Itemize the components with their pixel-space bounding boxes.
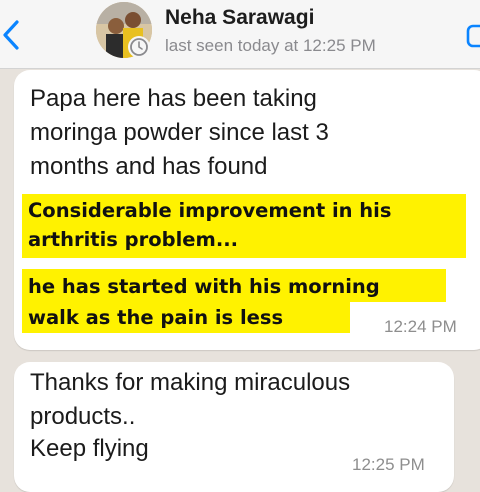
highlighted-line: Considerable improvement in his xyxy=(28,199,392,222)
clock-icon xyxy=(130,38,148,56)
status-badge xyxy=(128,36,150,58)
highlighted-line: he has started with his morning xyxy=(28,275,380,298)
message-line: products.. xyxy=(30,403,136,430)
message-line: Papa here has been taking xyxy=(30,85,317,112)
highlighted-line: arthritis problem... xyxy=(28,228,239,251)
highlighted-line: walk as the pain is less xyxy=(28,306,284,329)
message-line: Thanks for making miraculous xyxy=(30,369,351,396)
message-line: Keep flying xyxy=(30,435,149,462)
message-bubble[interactable]: Papa here has been taking moringa powder… xyxy=(14,70,480,350)
last-seen-status: last seen today at 12:25 PM xyxy=(165,36,376,55)
message-bubble[interactable]: Thanks for making miraculous products.. … xyxy=(14,362,454,492)
contact-name[interactable]: Neha Sarawagi xyxy=(165,6,314,30)
chevron-left-icon[interactable] xyxy=(0,18,22,52)
message-line: moringa powder since last 3 xyxy=(30,119,329,146)
message-line: months and has found xyxy=(30,153,268,180)
phone-icon[interactable] xyxy=(464,22,480,50)
message-timestamp: 12:24 PM xyxy=(384,317,457,336)
chat-header: Neha Sarawagi last seen today at 12:25 P… xyxy=(0,0,480,69)
message-timestamp: 12:25 PM xyxy=(352,455,425,474)
